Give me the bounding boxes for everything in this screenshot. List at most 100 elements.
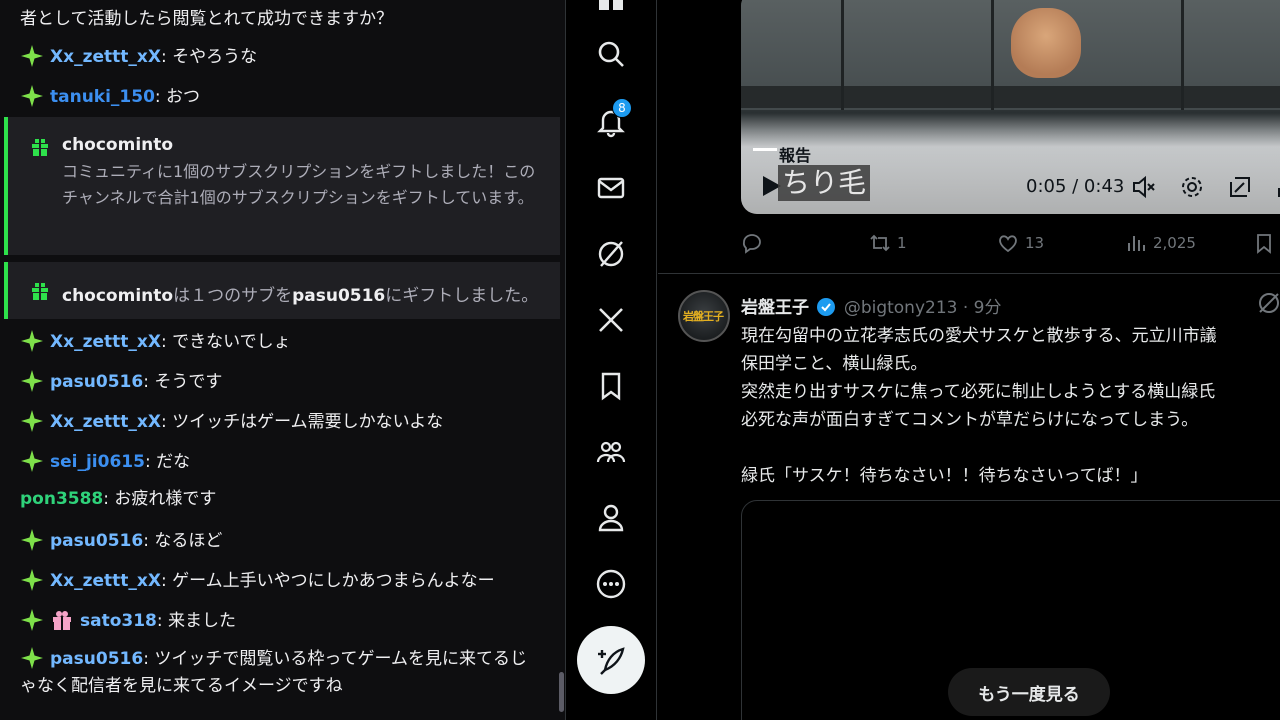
sub-gift-recipient[interactable]: pasu0516: [292, 286, 385, 306]
video-subtitle: ちり毛: [778, 165, 871, 201]
mute-icon[interactable]: [1131, 174, 1157, 200]
search-icon[interactable]: [591, 34, 631, 74]
video-wiper: [841, 0, 844, 110]
chat-message: Xx_zettt_xX: ツイッチはゲーム需要しかないよな: [20, 409, 443, 433]
profile-icon[interactable]: [591, 498, 631, 538]
chat-username[interactable]: pasu0516: [50, 372, 143, 392]
replay-button[interactable]: もう一度見る: [948, 668, 1110, 716]
views-icon: [1128, 236, 1145, 251]
sparkle-badge-icon: [21, 370, 43, 392]
like-button[interactable]: 13: [997, 232, 1044, 254]
views-count: 2,025: [1153, 234, 1196, 252]
messages-icon[interactable]: [591, 168, 631, 208]
chat-message: pasu0516: なるほど: [20, 528, 222, 552]
chat-message: pasu0516: ツイッチで閲覧いる枠ってゲームを見に来てるじゃなく配信者を見…: [20, 646, 540, 700]
settings-icon[interactable]: [1179, 174, 1205, 200]
like-count: 13: [1025, 234, 1045, 252]
chat-username[interactable]: Xx_zettt_xX: [50, 47, 161, 67]
chat-message: Xx_zettt_xX: ゲーム上手いやつにしかあつまらんよなー: [20, 568, 495, 592]
grok-icon[interactable]: [591, 234, 631, 274]
verified-icon: [817, 298, 836, 316]
chat-message: sei_ji0615: だな: [20, 449, 190, 473]
sub-gift-user[interactable]: chocominto: [62, 286, 173, 306]
chat-message: pasu0516: そうです: [20, 369, 222, 393]
chat-text: : だな: [144, 452, 191, 472]
grok-icon[interactable]: [1256, 290, 1280, 316]
chat-message: Xx_zettt_xX: できないでしょ: [20, 329, 291, 353]
video-player[interactable]: 報告 ちり毛 0:05 / 0:43: [741, 0, 1280, 214]
sparkle-badge-icon: [21, 529, 43, 551]
bookmarks-icon[interactable]: [591, 366, 631, 406]
video-progress-bar[interactable]: [753, 148, 777, 151]
compose-icon: [598, 647, 625, 675]
chat-username[interactable]: sei_ji0615: [50, 452, 145, 472]
chat-username[interactable]: pasu0516: [50, 531, 143, 551]
sparkle-badge-icon: [21, 609, 43, 631]
gift-icon: [32, 139, 48, 156]
sparkle-badge-icon: [21, 45, 43, 67]
bookmark-icon: [1257, 234, 1271, 254]
notification-count-badge: 8: [612, 98, 632, 118]
chat-text: : ツイッチはゲーム需要しかないよな: [160, 412, 444, 432]
views-button[interactable]: 2,025: [1125, 232, 1196, 254]
fullscreen-icon[interactable]: [1275, 174, 1280, 200]
sparkle-badge-icon: [21, 569, 43, 591]
sub-gift-user[interactable]: chocominto: [62, 135, 173, 155]
chat-username[interactable]: tanuki_150: [50, 87, 155, 107]
chat-username[interactable]: Xx_zettt_xX: [50, 571, 161, 591]
chat-text: : おつ: [154, 87, 201, 107]
sparkle-badge-icon: [21, 450, 43, 472]
chat-panel: 者として活動したら閲覧とれて成功できますか？ Xx_zettt_xX: そやろう…: [0, 0, 566, 720]
x-premium-icon[interactable]: [591, 300, 631, 340]
video-wiper: [1181, 0, 1184, 110]
chat-scrollbar[interactable]: [559, 672, 564, 712]
retweet-icon: [870, 234, 890, 252]
communities-icon[interactable]: [591, 432, 631, 472]
sub-gift-text: コミュニティに1個のサブスクリプションをギフトしました！このチャンネルで合計1個…: [62, 162, 536, 207]
chat-username[interactable]: Xx_zettt_xX: [50, 412, 161, 432]
post-handle-time[interactable]: @bigtony213 · 9分: [844, 298, 1002, 318]
x-sidebar-nav: 8: [567, 0, 657, 720]
chat-username[interactable]: Xx_zettt_xX: [50, 332, 161, 352]
post-author-name[interactable]: 岩盤王子: [741, 298, 809, 318]
more-icon[interactable]: [591, 564, 631, 604]
chat-message: Xx_zettt_xX: そやろうな: [20, 44, 257, 68]
video-cat-image: [1011, 8, 1081, 78]
sparkle-badge-icon: [21, 330, 43, 352]
reply-button[interactable]: [741, 232, 763, 254]
chat-message: pon3588: お疲れ様です: [20, 488, 216, 510]
chat-text: : 来ました: [156, 611, 237, 631]
sparkle-badge-icon: [21, 410, 43, 432]
home-icon[interactable]: [591, 0, 631, 18]
sparkle-badge-icon: [21, 85, 43, 107]
chat-text: : ゲーム上手いやつにしかあつまらんよなー: [160, 571, 495, 591]
gift-icon: [32, 283, 48, 300]
sparkle-badge-icon: [21, 647, 43, 669]
video-report-label[interactable]: 報告: [779, 142, 811, 166]
post-divider: [658, 273, 1280, 274]
sub-gift-single-text: chocomintoは１つのサブをpasu0516にギフトしました。: [62, 286, 539, 306]
video-dashboard: [741, 86, 1280, 108]
compose-post-button[interactable]: [577, 626, 645, 694]
retweet-count: 1: [897, 234, 907, 252]
video-time: 0:05 / 0:43: [1026, 176, 1125, 197]
avatar[interactable]: 岩盤王子: [678, 290, 730, 342]
chat-text: : できないでしょ: [160, 332, 291, 352]
post-header: 岩盤王子 @bigtony213 · 9分: [741, 293, 1002, 318]
pip-icon[interactable]: [1227, 174, 1253, 200]
gift-badge-icon: [53, 611, 71, 630]
sub-gift-single-notice: chocomintoは１つのサブをpasu0516にギフトしました。: [4, 262, 560, 319]
sub-gift-notice: chocominto コミュニティに1個のサブスクリプションをギフトしました！こ…: [4, 117, 560, 255]
chat-message: tanuki_150: おつ: [20, 84, 200, 108]
bookmark-button[interactable]: [1253, 232, 1275, 254]
timeline-feed: 報告 ちり毛 0:05 / 0:43 1 13 2,025 岩盤王子 岩盤王子: [658, 0, 1280, 720]
chat-username[interactable]: sato318: [80, 611, 157, 631]
post-text: 現在勾留中の立花孝志氏の愛犬サスケと散歩する、元立川市議 保田学こと、横山緑氏。…: [741, 326, 1217, 486]
chat-username[interactable]: pon3588: [20, 489, 103, 509]
video-wiper: [991, 0, 994, 110]
chat-username[interactable]: pasu0516: [50, 649, 143, 669]
chat-text: : そうです: [143, 372, 223, 392]
retweet-button[interactable]: 1: [869, 232, 907, 254]
reply-icon: [742, 234, 761, 254]
avatar-text: 岩盤王子: [683, 310, 724, 323]
